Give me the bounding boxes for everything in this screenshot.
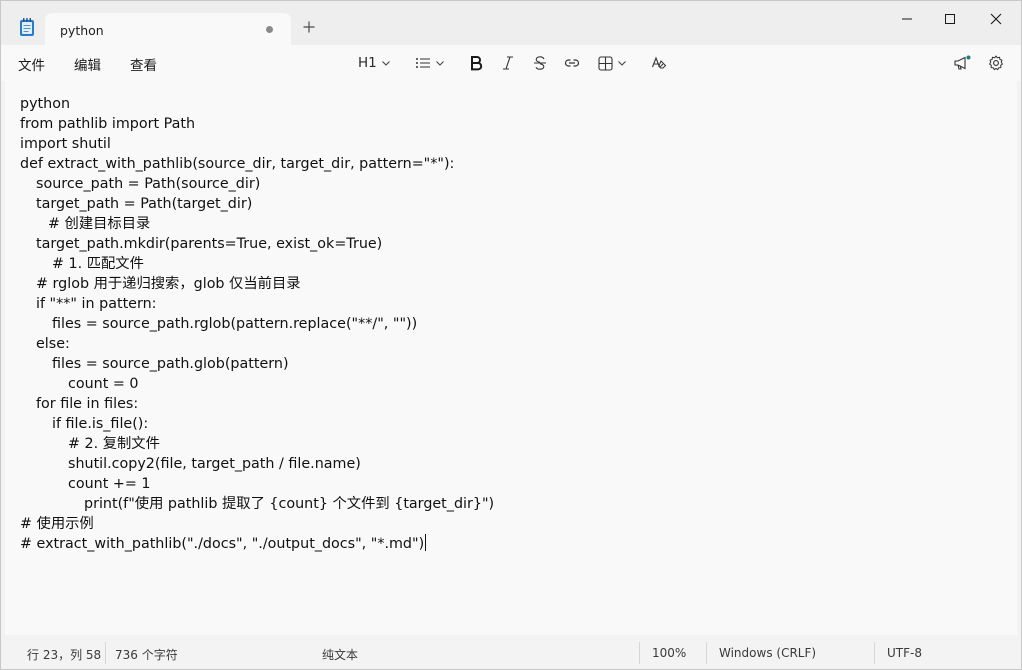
chevron-down-icon	[381, 61, 390, 66]
editor-line[interactable]: # 2. 复制文件	[20, 434, 494, 454]
status-divider	[874, 642, 875, 664]
link-button[interactable]	[564, 53, 580, 73]
editor-line[interactable]: python	[20, 94, 494, 114]
whats-new-button[interactable]	[953, 53, 971, 73]
list-icon	[416, 58, 430, 68]
editor-line[interactable]: files = source_path.rglob(pattern.replac…	[20, 314, 494, 334]
editor-line[interactable]: for file in files:	[20, 394, 494, 414]
editor-line[interactable]: target_path.mkdir(parents=True, exist_ok…	[20, 234, 494, 254]
editor-line[interactable]: # extract_with_pathlib("./docs", "./outp…	[20, 534, 494, 554]
editor-line[interactable]: if file.is_file():	[20, 414, 494, 434]
editor-line[interactable]: import shutil	[20, 134, 494, 154]
zoom-level[interactable]: 100%	[652, 646, 686, 660]
character-count: 736 个字符	[115, 648, 178, 662]
settings-button[interactable]	[988, 53, 1004, 73]
format-indicator[interactable]: 纯文本	[322, 646, 358, 663]
close-icon	[990, 13, 1002, 25]
editor-line[interactable]: source_path = Path(source_dir)	[20, 174, 494, 194]
minimize-button[interactable]	[896, 9, 918, 29]
heading-label: H1	[358, 55, 377, 71]
text-cursor	[425, 534, 427, 551]
status-divider	[639, 642, 640, 664]
strikethrough-button[interactable]	[533, 53, 547, 73]
new-tab-button[interactable]	[303, 19, 315, 37]
maximize-button[interactable]	[939, 9, 961, 29]
unsaved-dot-icon[interactable]	[266, 26, 273, 33]
clear-formatting-button[interactable]	[651, 53, 667, 73]
clear-formatting-icon	[651, 56, 667, 69]
menu-edit[interactable]: 编辑	[74, 54, 101, 74]
table-icon	[598, 55, 613, 71]
editor-line[interactable]: target_path = Path(target_dir)	[20, 194, 494, 214]
text-editor[interactable]: python from pathlib import Path import shu…	[5, 81, 1017, 635]
cursor-position: 行 23，列 58	[27, 648, 102, 662]
menu-view[interactable]: 查看	[130, 54, 157, 74]
minimize-icon	[902, 18, 912, 20]
editor-line[interactable]: count = 0	[20, 374, 494, 394]
editor-line[interactable]: shutil.copy2(file, target_path / file.na…	[20, 454, 494, 474]
editor-line[interactable]: files = source_path.glob(pattern)	[20, 354, 494, 374]
link-icon	[564, 59, 580, 67]
status-divider	[105, 642, 106, 664]
tab-title: python	[60, 23, 104, 38]
italic-icon	[503, 56, 513, 70]
status-divider	[706, 642, 707, 664]
list-dropdown[interactable]	[415, 53, 445, 73]
italic-button[interactable]	[501, 53, 515, 73]
encoding[interactable]: UTF-8	[887, 646, 922, 660]
chevron-down-icon	[618, 61, 626, 66]
editor-line[interactable]: if "**" in pattern:	[20, 294, 494, 314]
close-button[interactable]	[985, 9, 1007, 29]
editor-line[interactable]: count += 1	[20, 474, 494, 494]
notepad-app-icon	[20, 18, 34, 36]
editor-content[interactable]: python from pathlib import Path import shu…	[20, 94, 494, 554]
editor-line[interactable]: # 创建目标目录	[20, 214, 494, 234]
editor-line[interactable]: from pathlib import Path	[20, 114, 494, 134]
plus-icon	[303, 21, 315, 33]
line-ending[interactable]: Windows (CRLF)	[719, 646, 816, 660]
heading-dropdown[interactable]: H1	[358, 53, 391, 73]
maximize-icon	[945, 14, 955, 24]
editor-line[interactable]: def extract_with_pathlib(source_dir, tar…	[20, 154, 494, 174]
strikethrough-icon	[534, 56, 546, 70]
menu-bar: 文件 编辑 查看 H1	[1, 45, 1021, 81]
editor-line[interactable]: # rglob 用于递归搜索，glob 仅当前目录	[20, 274, 494, 294]
tab-python[interactable]: python	[45, 13, 291, 46]
editor-line[interactable]: # 1. 匹配文件	[20, 254, 494, 274]
megaphone-icon	[954, 55, 971, 70]
editor-line[interactable]: else:	[20, 334, 494, 354]
notepad-window: python 文件 编辑 查看 H1 python from pathlib i…	[0, 0, 1022, 670]
editor-line[interactable]: # 使用示例	[20, 514, 494, 534]
table-dropdown[interactable]	[598, 53, 627, 73]
title-bar: python	[1, 1, 1021, 46]
chevron-down-icon	[436, 61, 444, 66]
bold-button[interactable]	[469, 53, 483, 73]
status-bar: 行 23，列 58 736 个字符 纯文本 100% Windows (CRLF…	[1, 636, 1021, 669]
gear-icon	[989, 55, 1003, 71]
editor-line[interactable]: print(f"使用 pathlib 提取了 {count} 个文件到 {tar…	[20, 494, 494, 514]
bold-icon	[471, 56, 483, 71]
menu-file[interactable]: 文件	[18, 54, 45, 74]
